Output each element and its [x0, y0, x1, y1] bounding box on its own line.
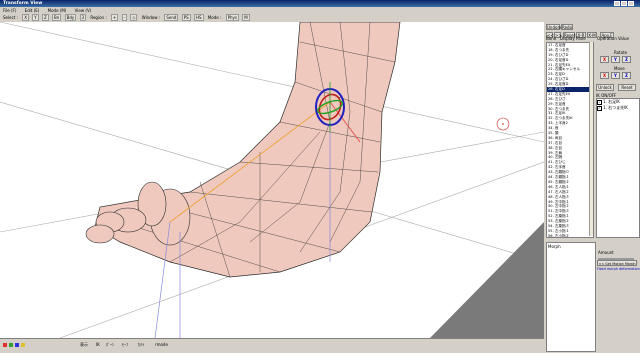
- select-z-button[interactable]: Z: [42, 14, 49, 21]
- bone-list-item[interactable]: 56. 左小指２: [547, 234, 593, 237]
- move-y-button[interactable]: Y: [611, 72, 620, 79]
- region-remove-button[interactable]: -: [121, 14, 128, 21]
- menu-edit[interactable]: Edit (E): [25, 8, 40, 13]
- select-3-button[interactable]: 3: [79, 14, 87, 21]
- value-select[interactable]: Value: [618, 36, 629, 41]
- mode-m-button[interactable]: M: [242, 14, 250, 21]
- bone-header: Bone: [546, 36, 557, 41]
- rmode-field[interactable]: rmode: [155, 342, 168, 348]
- status-ik[interactable]: IK: [96, 342, 100, 348]
- select-y-button[interactable]: Y: [32, 14, 39, 21]
- x-m-button[interactable]: X-M: [587, 32, 597, 38]
- move-z-button[interactable]: Z: [622, 72, 631, 79]
- red-square-icon[interactable]: [3, 343, 7, 347]
- redo-button[interactable]: Redo: [561, 24, 573, 30]
- 3d-viewport[interactable]: [0, 22, 544, 338]
- mode-label: Mode :: [207, 15, 222, 20]
- status-bar: 表示 IK ﾎﾞｰﾝ ﾓｰﾌ ｶﾒﾗ rmode: [0, 338, 544, 353]
- operation-label: Operation: [597, 36, 617, 41]
- menu-bar: File (F) Edit (E) Mode (M) View (V): [0, 7, 640, 14]
- minimize-button[interactable]: [614, 1, 620, 6]
- ik-item-2[interactable]: ✓ 1. 右つま先IK: [597, 105, 639, 111]
- status-display[interactable]: 表示: [80, 342, 88, 348]
- amount-label: Amount: [598, 250, 614, 255]
- rotate-label: Rotate: [614, 50, 628, 55]
- move-x-button[interactable]: X: [600, 72, 609, 79]
- floor-shadow: [430, 222, 544, 338]
- menu-mode[interactable]: Mode (M): [48, 8, 67, 13]
- rotate-z-button[interactable]: Z: [622, 56, 631, 63]
- window-label: Window :: [141, 15, 161, 20]
- region-add-button[interactable]: +: [110, 14, 119, 21]
- status-morph[interactable]: ﾓｰﾌ: [122, 342, 128, 348]
- menu-view[interactable]: View (V): [75, 8, 92, 13]
- bone-list-scrollbar[interactable]: [589, 42, 593, 236]
- foot-model-render: [0, 22, 544, 338]
- rotate-y-button[interactable]: Y: [611, 56, 620, 63]
- green-square-icon[interactable]: [9, 343, 13, 347]
- yellow-square-icon[interactable]: [21, 343, 25, 347]
- undone-button[interactable]: Undone: [546, 24, 562, 30]
- ps-button[interactable]: PS: [181, 14, 191, 21]
- hs-button[interactable]: HS: [193, 14, 204, 21]
- ik-list[interactable]: ✓ 1. 右足IK ✓ 1. 右つま先IK: [596, 98, 640, 238]
- phys-button[interactable]: Phys: [225, 14, 240, 21]
- blue-square-icon[interactable]: [15, 343, 19, 347]
- close-button[interactable]: [628, 1, 634, 6]
- send-button[interactable]: Send: [164, 14, 179, 21]
- unlock-button[interactable]: Unlock: [596, 84, 614, 91]
- morph-label: Morph: [548, 244, 561, 249]
- right-panel: Undone Redo << >> Reset X-R X-M Apv.F Bo…: [544, 22, 640, 352]
- get-motion-morph-button[interactable]: << Get Motion Morph: [597, 260, 637, 266]
- morph-list[interactable]: Morph: [546, 242, 596, 352]
- status-bone[interactable]: ﾎﾞｰﾝ: [106, 342, 114, 348]
- foot-mesh: [94, 22, 401, 278]
- checkbox-icon[interactable]: ✓: [597, 106, 602, 111]
- move-label: Move: [614, 66, 625, 71]
- select-bone-button[interactable]: Bn: [52, 14, 62, 21]
- region-diamond-button[interactable]: ◇: [130, 14, 138, 21]
- maximize-button[interactable]: [621, 1, 627, 6]
- select-body-button[interactable]: Bdy: [64, 14, 77, 21]
- bone-list[interactable]: 17. 右足首 18. 右つま先 19. 右ひざD 20. 右足首D 21. 右足先EX…: [546, 42, 594, 238]
- title-bar: Transform View: [0, 0, 640, 7]
- menu-file[interactable]: File (F): [3, 8, 16, 13]
- rotate-x-button[interactable]: X: [600, 56, 609, 63]
- display-pane-select[interactable]: Display Pane: [560, 36, 586, 41]
- window-title: Transform View: [3, 1, 43, 6]
- select-label: Select :: [3, 15, 18, 20]
- reset-button[interactable]: Reset: [618, 84, 636, 91]
- region-label: Region :: [90, 15, 107, 20]
- fixed-morph-checkbox[interactable]: Fixed morph deformation: [597, 267, 640, 272]
- status-camera[interactable]: ｶﾒﾗ: [138, 342, 144, 348]
- select-x-button[interactable]: X: [22, 14, 29, 21]
